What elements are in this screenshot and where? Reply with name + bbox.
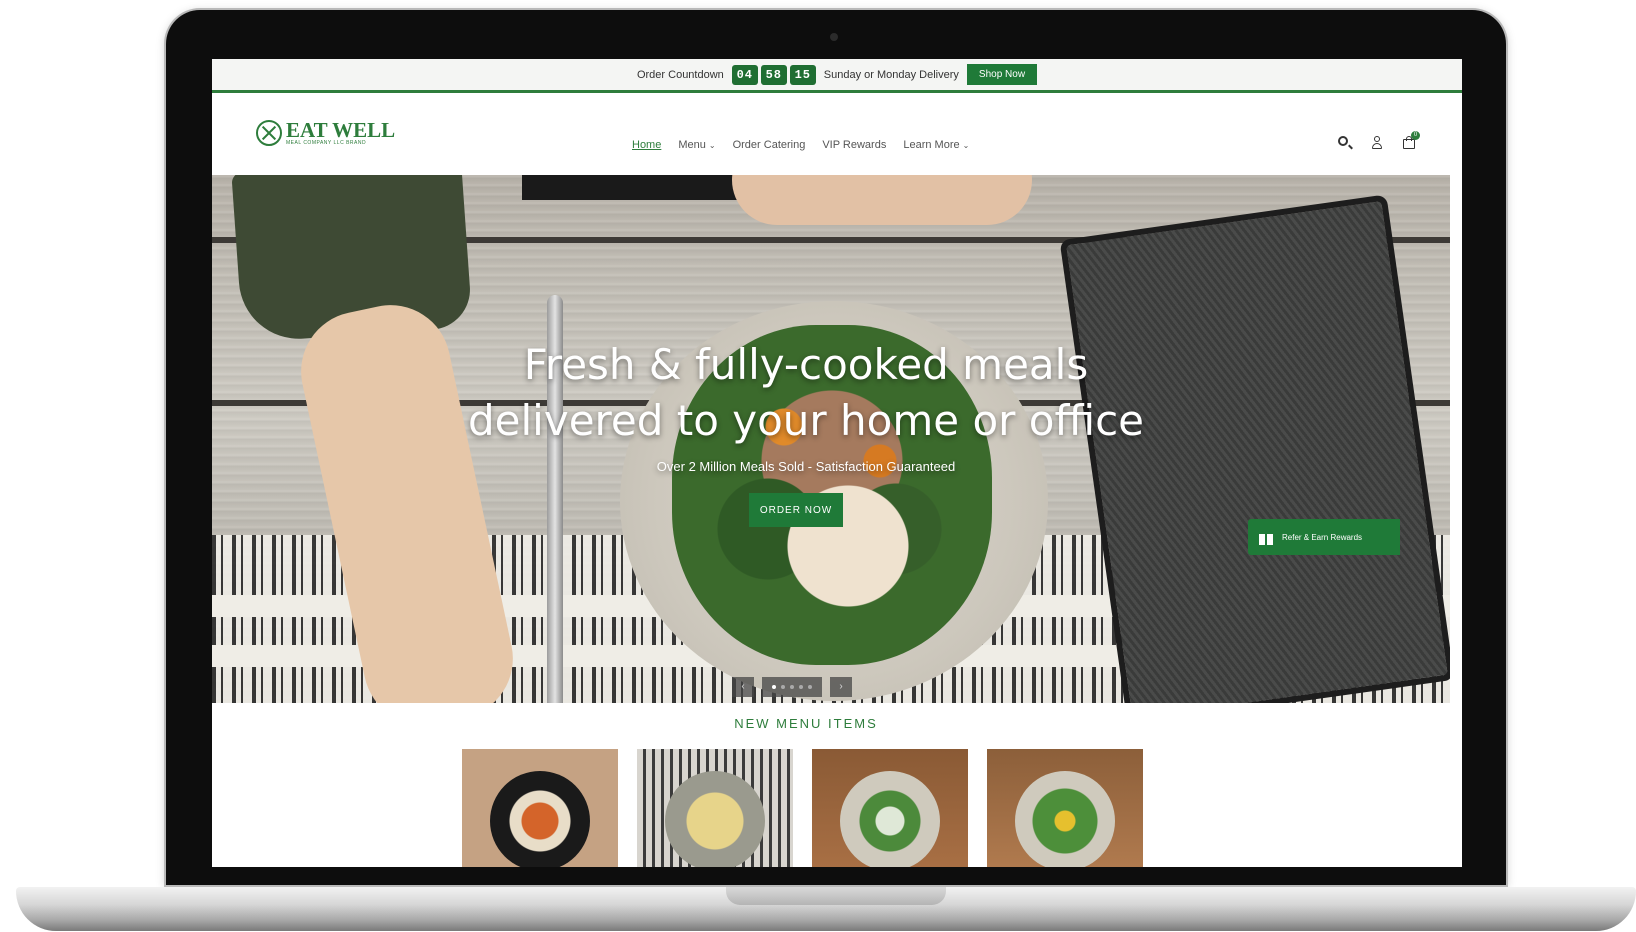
hero-text: Fresh & fully-cooked meals delivered to …: [212, 337, 1400, 474]
nav-item-home[interactable]: Home: [632, 139, 661, 151]
announcement-bar: Order Countdown 04 58 15 Sunday or Monda…: [212, 59, 1462, 93]
meal-image: [665, 771, 765, 867]
meal-image: [490, 771, 590, 867]
header-icons: 0: [1338, 131, 1420, 150]
shop-now-button[interactable]: Shop Now: [966, 64, 1038, 85]
order-now-button[interactable]: ORDER NOW: [749, 493, 843, 527]
logo[interactable]: EAT WELL MEAL COMPANY LLC BRAND: [256, 120, 395, 146]
countdown-hours: 04: [731, 64, 758, 85]
account-icon[interactable]: [1370, 136, 1384, 150]
logo-fork-knife-icon: [256, 120, 282, 146]
slider-dot[interactable]: [772, 685, 776, 689]
nav-item-learn-more[interactable]: Learn More ⌄: [903, 139, 969, 151]
nav-item-vip-rewards[interactable]: VIP Rewards: [822, 139, 886, 151]
menu-items-row: [462, 749, 1143, 867]
chevron-down-icon: ⌄: [962, 141, 970, 150]
countdown-minutes: 58: [760, 64, 787, 85]
site-header: EAT WELL MEAL COMPANY LLC BRAND Home Men…: [212, 96, 1462, 182]
slider-prev-button[interactable]: ‹: [732, 677, 754, 697]
refer-label: Refer & Earn Rewards: [1282, 532, 1363, 542]
slider-dots: [762, 677, 822, 697]
nav-item-menu[interactable]: Menu ⌄: [678, 139, 715, 151]
webcam: [830, 33, 838, 41]
chevron-down-icon: ⌄: [708, 141, 716, 150]
countdown-label: Order Countdown: [636, 68, 724, 81]
slider-next-button[interactable]: ›: [830, 677, 852, 697]
gift-icon: [1258, 529, 1274, 545]
laptop-hinge-notch: [726, 887, 946, 905]
slider-dot[interactable]: [781, 685, 785, 689]
slider-dot[interactable]: [808, 685, 812, 689]
hero-banner: Fresh & fully-cooked meals delivered to …: [212, 175, 1450, 703]
hero-photo-sleeve: [522, 175, 742, 200]
slider-controls: ‹ ›: [732, 677, 872, 697]
slider-dot[interactable]: [790, 685, 794, 689]
menu-item-card[interactable]: [812, 749, 968, 867]
nav-item-order-catering[interactable]: Order Catering: [733, 139, 806, 151]
search-icon[interactable]: [1338, 136, 1352, 150]
countdown-seconds: 15: [789, 64, 816, 85]
slider-dot[interactable]: [799, 685, 803, 689]
cart-count-badge: 0: [1411, 131, 1420, 140]
laptop-screen: Order Countdown 04 58 15 Sunday or Monda…: [212, 59, 1462, 867]
menu-item-card[interactable]: [637, 749, 793, 867]
section-title-new-menu-items: NEW MENU ITEMS: [734, 716, 878, 731]
cart-icon[interactable]: 0: [1402, 131, 1420, 150]
menu-item-card[interactable]: [987, 749, 1143, 867]
main-nav: Home Menu ⌄ Order Catering VIP Rewards Le…: [632, 139, 969, 151]
delivery-text: Sunday or Monday Delivery: [823, 68, 959, 81]
menu-item-card[interactable]: [462, 749, 618, 867]
hero-title-line2: delivered to your home or office: [468, 396, 1144, 445]
refer-earn-rewards-button[interactable]: Refer & Earn Rewards: [1248, 519, 1400, 555]
countdown-timer: 04 58 15: [731, 64, 816, 85]
hero-photo-hand: [732, 175, 1032, 225]
nav-item-menu-label: Menu: [678, 139, 706, 151]
nav-item-learn-more-label: Learn More: [903, 139, 960, 151]
logo-tagline: MEAL COMPANY LLC BRAND: [286, 140, 367, 146]
logo-title: EAT WELL: [286, 118, 396, 142]
meal-image: [1015, 771, 1115, 867]
hero-title-line1: Fresh & fully-cooked meals: [523, 340, 1089, 389]
meal-image: [840, 771, 940, 867]
hero-subtitle: Over 2 Million Meals Sold - Satisfaction…: [656, 459, 956, 474]
